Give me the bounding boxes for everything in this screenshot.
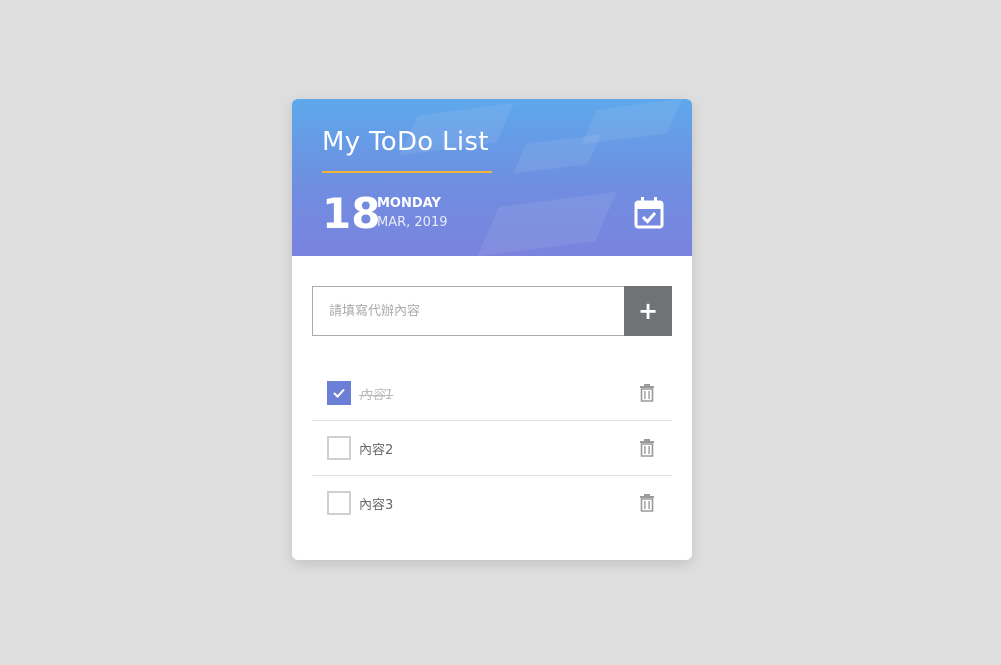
header-texture [581, 99, 683, 145]
trash-icon[interactable] [640, 384, 654, 402]
trash-icon[interactable] [640, 494, 654, 512]
date-month-year: MAR, 2019 [377, 215, 448, 230]
todo-card: My ToDo List 18 MONDAY MAR, 2019 + [292, 99, 692, 560]
add-todo-form: + [312, 286, 672, 336]
todo-checkbox[interactable] [327, 436, 351, 460]
date-day: 18 [322, 189, 381, 238]
title-underline [322, 171, 492, 173]
todo-input[interactable] [312, 286, 624, 336]
todo-checkbox[interactable] [327, 491, 351, 515]
calendar-check-icon [634, 197, 664, 229]
todo-text: 內容3 [359, 498, 394, 513]
list-item: 內容3 [312, 476, 672, 530]
list-item: 內容1 [312, 366, 672, 421]
todo-text: 內容2 [359, 443, 394, 458]
add-button[interactable]: + [624, 286, 672, 336]
list-item: 內容2 [312, 421, 672, 476]
date-weekday: MONDAY [377, 196, 441, 211]
header-texture [477, 191, 617, 256]
todo-checkbox[interactable] [327, 381, 351, 405]
todo-text: 內容1 [359, 388, 394, 403]
todo-list: 內容1 內容2 內容3 [312, 366, 672, 530]
card-body: + 內容1 內容2 [292, 256, 692, 530]
card-header: My ToDo List 18 MONDAY MAR, 2019 [292, 99, 692, 256]
page-title: My ToDo List [322, 127, 489, 157]
check-icon [333, 388, 345, 398]
trash-icon[interactable] [640, 439, 654, 457]
